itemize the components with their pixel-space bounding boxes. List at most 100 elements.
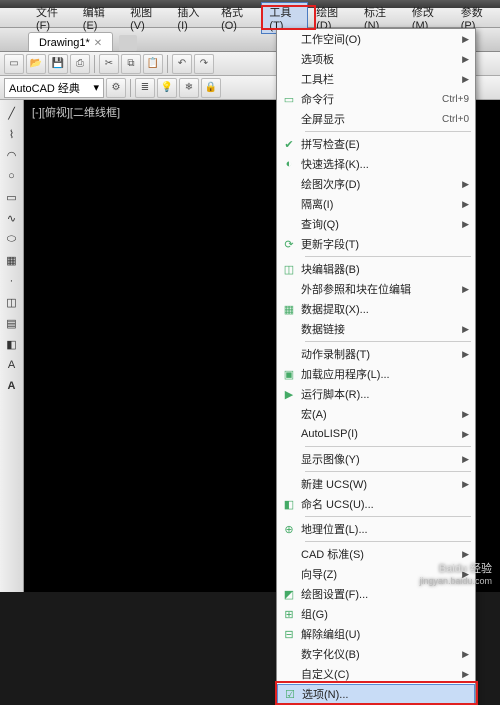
tool-open-icon[interactable]: 📂 bbox=[26, 54, 46, 74]
menu-item[interactable]: 工具栏▶ bbox=[277, 69, 475, 89]
menu-item[interactable]: 查询(Q)▶ bbox=[277, 214, 475, 234]
spline-tool-icon[interactable]: ∿ bbox=[3, 209, 21, 227]
menu-item-label: 块编辑器(B) bbox=[301, 261, 469, 277]
menu-item[interactable]: ▣加载应用程序(L)... bbox=[277, 364, 475, 384]
menu-item[interactable]: ☑选项(N)... bbox=[277, 684, 475, 704]
menu-item-label: AutoLISP(I) bbox=[301, 428, 462, 440]
menu-item[interactable]: ◐快速选择(K)... bbox=[277, 154, 475, 174]
menu-item[interactable]: ⊟解除编组(U) bbox=[277, 624, 475, 644]
arc-tool-icon[interactable]: ◠ bbox=[3, 146, 21, 164]
menu-item[interactable]: 隔离(I)▶ bbox=[277, 194, 475, 214]
menu-item-icon bbox=[277, 644, 301, 664]
menu-item[interactable]: ◩绘图设置(F)... bbox=[277, 584, 475, 604]
table-tool-icon[interactable]: ▤ bbox=[3, 314, 21, 332]
menu-item-label: 数字化仪(B) bbox=[301, 646, 462, 662]
freeze-icon[interactable]: ❄ bbox=[179, 78, 199, 98]
menu-item[interactable]: 绘图次序(D)▶ bbox=[277, 174, 475, 194]
menu-item[interactable]: 数据链接▶ bbox=[277, 319, 475, 339]
menu-item-shortcut: Ctrl+0 bbox=[442, 114, 469, 125]
menu-item-label: 选项(N)... bbox=[302, 686, 468, 702]
gear-icon[interactable]: ⚙ bbox=[106, 78, 126, 98]
tool-undo-icon[interactable]: ↶ bbox=[172, 54, 192, 74]
mtext-tool-icon[interactable]: A bbox=[3, 377, 21, 395]
menu-item[interactable]: AutoLISP(I)▶ bbox=[277, 424, 475, 444]
ellipse-tool-icon[interactable]: ⬭ bbox=[3, 230, 21, 248]
tool-paste-icon[interactable]: 📋 bbox=[143, 54, 163, 74]
menu-item[interactable]: 选项板▶ bbox=[277, 49, 475, 69]
menu-item[interactable]: ⟳更新字段(T) bbox=[277, 234, 475, 254]
text-tool-icon[interactable]: A bbox=[3, 356, 21, 374]
menu-item[interactable]: ⊕地理位置(L)... bbox=[277, 519, 475, 539]
menu-item[interactable]: ▦数据提取(X)... bbox=[277, 299, 475, 319]
menu-item[interactable]: ◫块编辑器(B) bbox=[277, 259, 475, 279]
menu-separator bbox=[305, 341, 471, 342]
menu-item-label: 隔离(I) bbox=[301, 196, 462, 212]
submenu-arrow-icon: ▶ bbox=[462, 199, 469, 210]
menu-item[interactable]: 宏(A)▶ bbox=[277, 404, 475, 424]
block-tool-icon[interactable]: ◫ bbox=[3, 293, 21, 311]
menu-item-icon: ▶ bbox=[277, 384, 301, 404]
menu-文件[interactable]: 文件(F) bbox=[28, 2, 75, 34]
menu-item[interactable]: 数字化仪(B)▶ bbox=[277, 644, 475, 664]
tool-new-icon[interactable]: ▭ bbox=[4, 54, 24, 74]
menu-item[interactable]: 新建 UCS(W)▶ bbox=[277, 474, 475, 494]
tool-print-icon[interactable]: ⎙ bbox=[70, 54, 90, 74]
menu-item-icon bbox=[277, 109, 301, 129]
point-tool-icon[interactable]: · bbox=[3, 272, 21, 290]
rectangle-tool-icon[interactable]: ▭ bbox=[3, 188, 21, 206]
menu-item[interactable]: ✔拼写检查(E) bbox=[277, 134, 475, 154]
menu-item-label: 工具栏 bbox=[301, 71, 462, 87]
line-tool-icon[interactable]: ╱ bbox=[3, 104, 21, 122]
lock-icon[interactable]: 🔒 bbox=[201, 78, 221, 98]
submenu-arrow-icon: ▶ bbox=[462, 219, 469, 230]
bulb-icon[interactable]: 💡 bbox=[157, 78, 177, 98]
close-icon[interactable]: ✕ bbox=[94, 38, 102, 49]
menu-编辑[interactable]: 编辑(E) bbox=[75, 2, 122, 34]
menu-item-shortcut: Ctrl+9 bbox=[442, 94, 469, 105]
new-tab-button[interactable] bbox=[119, 35, 137, 51]
tool-redo-icon[interactable]: ↷ bbox=[194, 54, 214, 74]
menu-item[interactable]: ▶运行脚本(R)... bbox=[277, 384, 475, 404]
submenu-arrow-icon: ▶ bbox=[462, 349, 469, 360]
menu-item-label: 运行脚本(R)... bbox=[301, 386, 469, 402]
circle-tool-icon[interactable]: ○ bbox=[3, 167, 21, 185]
menu-separator bbox=[305, 446, 471, 447]
menu-item-icon bbox=[277, 544, 301, 564]
menu-item[interactable]: 显示图像(Y)▶ bbox=[277, 449, 475, 469]
workspace-selector[interactable]: AutoCAD 经典 ▾ bbox=[4, 78, 104, 98]
document-tab[interactable]: Drawing1* ✕ bbox=[28, 32, 113, 51]
menu-item-label: 命名 UCS(U)... bbox=[301, 496, 469, 512]
menu-格式[interactable]: 格式(O) bbox=[213, 2, 261, 34]
menu-item-label: 外部参照和块在位编辑 bbox=[301, 281, 462, 297]
polyline-tool-icon[interactable]: ⌇ bbox=[3, 125, 21, 143]
menu-item[interactable]: 外部参照和块在位编辑▶ bbox=[277, 279, 475, 299]
menu-item[interactable]: ◧命名 UCS(U)... bbox=[277, 494, 475, 514]
menu-item-icon bbox=[277, 29, 301, 49]
menu-item[interactable]: 工作空间(O)▶ bbox=[277, 29, 475, 49]
submenu-arrow-icon: ▶ bbox=[462, 34, 469, 45]
menu-item-label: 数据提取(X)... bbox=[301, 301, 469, 317]
left-toolbar: ╱ ⌇ ◠ ○ ▭ ∿ ⬭ ▦ · ◫ ▤ ◧ A A bbox=[0, 100, 24, 592]
region-tool-icon[interactable]: ◧ bbox=[3, 335, 21, 353]
menu-item-label: 组(G) bbox=[301, 606, 469, 622]
menubar: 文件(F)编辑(E)视图(V)插入(I)格式(O)工具(T)绘图(D)标注(N)… bbox=[0, 8, 500, 28]
menu-item-label: 全屏显示 bbox=[301, 111, 442, 127]
menu-item-icon bbox=[277, 319, 301, 339]
menu-separator bbox=[305, 131, 471, 132]
tool-save-icon[interactable]: 💾 bbox=[48, 54, 68, 74]
menu-item[interactable]: 全屏显示Ctrl+0 bbox=[277, 109, 475, 129]
menu-item-icon: ◫ bbox=[277, 259, 301, 279]
menu-插入[interactable]: 插入(I) bbox=[169, 2, 213, 34]
menu-视图[interactable]: 视图(V) bbox=[122, 2, 169, 34]
menu-item-icon bbox=[277, 344, 301, 364]
menu-item[interactable]: ⊞组(G) bbox=[277, 604, 475, 624]
menu-item-icon: ◩ bbox=[277, 584, 301, 604]
tool-copy-icon[interactable]: ⧉ bbox=[121, 54, 141, 74]
menu-item[interactable]: 动作录制器(T)▶ bbox=[277, 344, 475, 364]
tool-cut-icon[interactable]: ✂ bbox=[99, 54, 119, 74]
hatch-tool-icon[interactable]: ▦ bbox=[3, 251, 21, 269]
layer-icon[interactable]: ≣ bbox=[135, 78, 155, 98]
menu-item[interactable]: 自定义(C)▶ bbox=[277, 664, 475, 684]
menu-item[interactable]: ▭命令行Ctrl+9 bbox=[277, 89, 475, 109]
watermark-sub: jingyan.baidu.com bbox=[419, 576, 492, 586]
